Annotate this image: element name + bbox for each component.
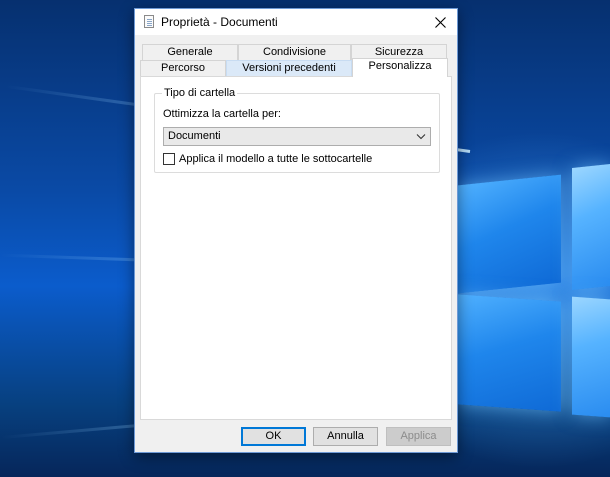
tab-condivisione[interactable]: Condivisione <box>238 44 351 60</box>
tab-generale[interactable]: Generale <box>142 44 238 60</box>
cancel-button[interactable]: Annulla <box>313 427 378 446</box>
apply-subfolders-checkbox[interactable] <box>163 153 175 165</box>
ok-button[interactable]: OK <box>241 427 306 446</box>
close-button[interactable] <box>423 9 457 35</box>
windows-logo-pane <box>458 294 561 412</box>
optimize-label: Ottimizza la cartella per: <box>163 108 281 120</box>
tab-versioni-precedenti[interactable]: Versioni precedenti <box>226 60 352 76</box>
windows-logo-pane <box>572 164 610 290</box>
properties-dialog: Proprietà - Documenti Generale Condivisi… <box>134 8 458 453</box>
apply-button[interactable]: Applica <box>386 427 451 446</box>
tab-personalizza[interactable]: Personalizza <box>352 58 448 77</box>
tab-percorso[interactable]: Percorso <box>140 60 226 76</box>
windows-logo-pane <box>458 174 561 294</box>
folder-type-group: Tipo di cartella Ottimizza la cartella p… <box>154 87 440 173</box>
tab-panel-personalizza: Tipo di cartella Ottimizza la cartella p… <box>140 76 452 420</box>
group-title: Tipo di cartella <box>162 87 238 99</box>
windows-logo-pane <box>572 296 610 418</box>
document-properties-icon <box>144 15 154 28</box>
folder-type-dropdown[interactable]: Documenti <box>163 127 431 146</box>
close-icon <box>434 16 446 28</box>
chevron-down-icon <box>416 134 426 140</box>
window-title: Proprietà - Documenti <box>161 15 278 29</box>
title-bar[interactable]: Proprietà - Documenti <box>135 9 457 35</box>
apply-subfolders-label: Applica il modello a tutte le sottocarte… <box>179 153 373 165</box>
folder-type-selected: Documenti <box>168 130 221 142</box>
